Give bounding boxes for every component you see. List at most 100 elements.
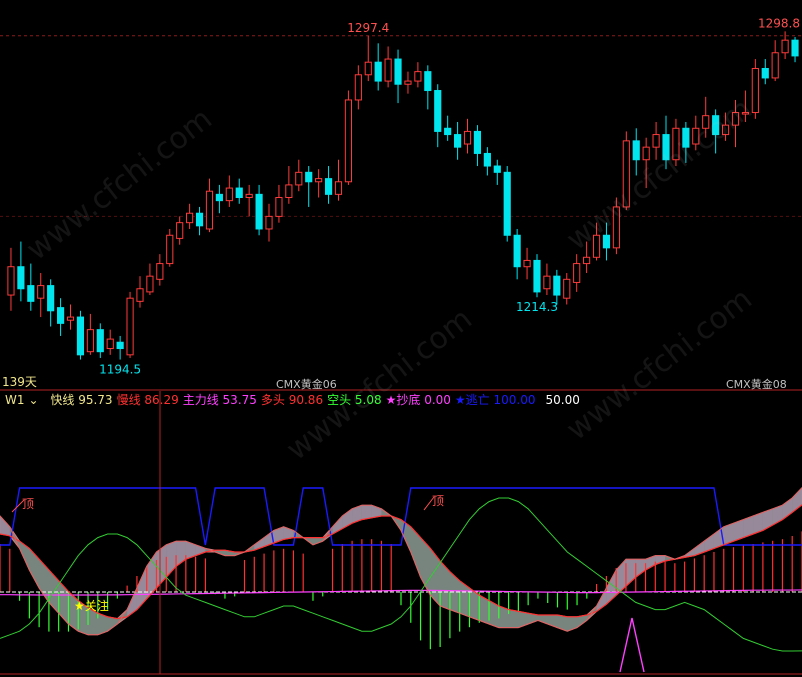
candle-down xyxy=(553,275,561,296)
bull-band-segment xyxy=(136,566,147,610)
candle-up xyxy=(315,178,323,183)
candle-down xyxy=(602,234,611,249)
candle-up xyxy=(205,190,214,230)
candle-up xyxy=(702,115,710,129)
candle-down xyxy=(255,193,263,230)
candle-up xyxy=(334,181,343,195)
indicator-legend: W1 ⌄ 快线 95.73 慢线 86.29 主力线 53.75 多头 90.86 空头 … xyxy=(0,391,802,409)
candle-up xyxy=(563,278,571,299)
candle-up xyxy=(354,74,362,101)
candle-down xyxy=(235,187,243,199)
candle-down xyxy=(682,127,690,148)
candle-down xyxy=(662,134,670,161)
candle-up xyxy=(751,67,759,114)
candle-down xyxy=(712,115,720,136)
focus-annotation: ★关注 xyxy=(74,598,109,613)
candle-up xyxy=(523,259,531,268)
candle-down xyxy=(434,90,442,132)
candle-down xyxy=(503,171,511,236)
dropdown-chevron-icon[interactable]: ⌄ xyxy=(29,393,39,407)
candle-up xyxy=(543,275,551,290)
candle-down xyxy=(17,266,25,290)
price-low-label: 1194.5 xyxy=(99,363,141,377)
candle-up xyxy=(245,193,253,199)
candle-up xyxy=(404,80,412,85)
candle-down xyxy=(394,58,402,85)
candle-up xyxy=(573,263,581,283)
candle-up xyxy=(225,187,233,202)
candle-down xyxy=(473,130,482,154)
candle-down xyxy=(454,134,462,148)
candle-down xyxy=(96,329,104,353)
candle-up xyxy=(295,171,303,186)
legend-item: 快线 95.73 xyxy=(50,393,113,407)
bull-band-segment xyxy=(361,505,372,520)
top-annotation: 顶 xyxy=(432,494,444,508)
bull-band-segment xyxy=(635,559,646,578)
candle-up xyxy=(384,58,392,82)
candle-up xyxy=(156,263,164,280)
candle-up xyxy=(463,130,472,145)
candle-up xyxy=(583,256,591,265)
candle-up xyxy=(166,234,174,265)
candle-up xyxy=(146,275,154,293)
candle-down xyxy=(195,212,204,227)
candle-down xyxy=(324,178,333,195)
candle-down xyxy=(493,165,501,173)
candle-up xyxy=(721,124,730,136)
candle-up xyxy=(106,338,114,350)
top-annotation: 顶 xyxy=(22,497,34,511)
candle-up xyxy=(136,288,144,302)
price-and-indicator-chart: 1297.4 1298.8 1194.5 1214.3 139天 CMX黄金06 CMX黄金… xyxy=(0,16,802,675)
candle-up xyxy=(126,297,134,356)
candle-up xyxy=(771,52,779,79)
contract-label: CMX黄金08 xyxy=(726,377,787,391)
candle-down xyxy=(533,259,541,293)
candle-up xyxy=(741,112,749,115)
candle-up xyxy=(86,329,94,353)
candle-down xyxy=(374,61,382,82)
candle-down xyxy=(444,127,452,136)
candle-up xyxy=(414,71,422,82)
candle-up xyxy=(622,140,630,208)
candle-down xyxy=(215,193,223,202)
candle-down xyxy=(76,316,85,356)
candle-down xyxy=(27,285,35,302)
bottom-signal-spike xyxy=(619,617,645,673)
candle-up xyxy=(66,316,75,321)
candle-up xyxy=(692,127,700,145)
legend-item: 多头 90.86 xyxy=(260,393,324,407)
contract-label: CMX黄金06 xyxy=(276,377,337,391)
candle-up xyxy=(672,127,680,161)
candle-up xyxy=(731,112,740,126)
candle-up xyxy=(592,234,601,258)
candle-down xyxy=(761,67,769,79)
indicator-name[interactable]: W1 xyxy=(5,393,25,407)
price-high-label: 1297.4 xyxy=(347,21,389,35)
candle-up xyxy=(275,197,283,217)
candle-down xyxy=(116,341,124,350)
candle-down xyxy=(305,171,313,183)
legend-item: 50.00 xyxy=(545,393,580,407)
candle-up xyxy=(265,215,273,230)
candle-down xyxy=(424,71,432,92)
candle-down xyxy=(483,152,491,167)
candle-down xyxy=(47,285,55,312)
legend-item: 主力线 53.75 xyxy=(182,393,257,407)
fast-slow-band xyxy=(0,486,802,636)
candle-up xyxy=(642,146,650,161)
legend-item: 空头 5.08 xyxy=(327,393,382,407)
candle-up xyxy=(781,39,789,54)
candle-up xyxy=(285,184,293,198)
candle-down xyxy=(632,140,640,161)
candle-up xyxy=(37,285,45,299)
legend-item: 慢线 86.29 xyxy=(116,393,179,407)
candle-up xyxy=(7,266,15,296)
candle-up xyxy=(344,99,352,183)
period-label: 139天 xyxy=(2,375,37,389)
legend-item: ★抄底 0.00 xyxy=(385,393,451,407)
escape-line xyxy=(0,487,802,546)
legend-item: ★逃亡 100.00 xyxy=(454,393,536,407)
candle-up xyxy=(652,134,660,148)
candle-up xyxy=(364,61,372,76)
